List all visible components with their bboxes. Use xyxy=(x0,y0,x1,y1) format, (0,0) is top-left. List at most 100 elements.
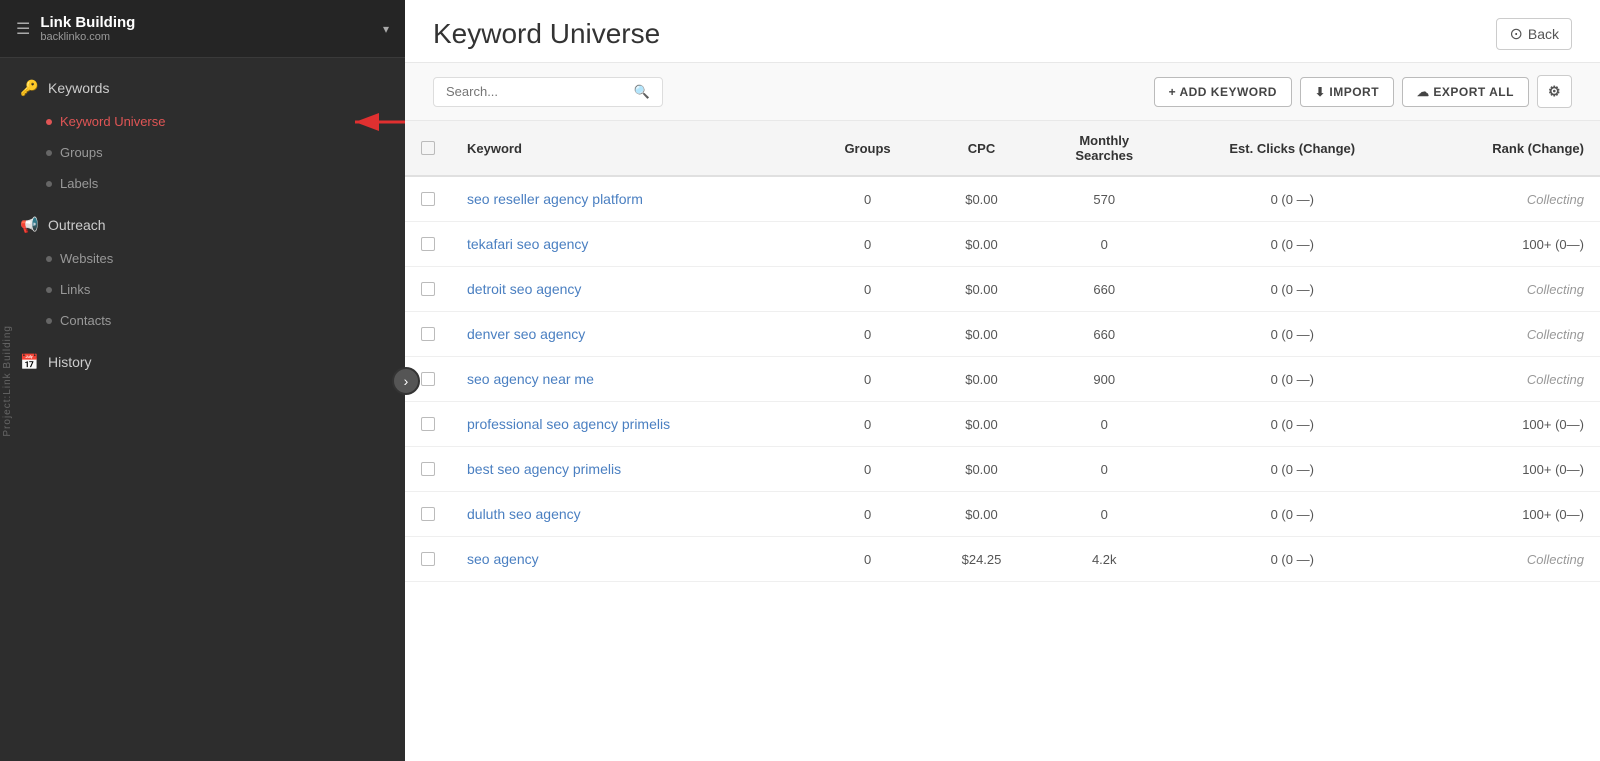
row-est-clicks: 0 (0 —) xyxy=(1172,402,1412,447)
row-cpc: $0.00 xyxy=(927,176,1036,222)
websites-dot xyxy=(46,256,52,262)
row-cpc: $0.00 xyxy=(927,447,1036,492)
import-button[interactable]: ⬇ IMPORT xyxy=(1300,77,1394,107)
search-box[interactable]: 🔍 xyxy=(433,77,663,107)
table-header-row: Keyword Groups CPC MonthlySearches Est. … xyxy=(405,121,1600,176)
sidebar-item-groups[interactable]: Groups xyxy=(0,137,405,168)
row-groups: 0 xyxy=(808,447,927,492)
table-row: seo reseller agency platform 0 $0.00 570… xyxy=(405,176,1600,222)
row-checkbox[interactable] xyxy=(421,192,435,206)
websites-label: Websites xyxy=(60,251,113,266)
row-checkbox-cell xyxy=(405,267,451,312)
row-cpc: $0.00 xyxy=(927,492,1036,537)
hamburger-icon[interactable]: ☰ xyxy=(16,19,30,39)
add-keyword-label: + ADD KEYWORD xyxy=(1169,85,1277,99)
collapse-icon: › xyxy=(404,373,409,389)
table-row: detroit seo agency 0 $0.00 660 0 (0 —) C… xyxy=(405,267,1600,312)
row-checkbox-cell xyxy=(405,537,451,582)
header-checkbox-cell xyxy=(405,121,451,176)
row-checkbox[interactable] xyxy=(421,417,435,431)
arrow-svg xyxy=(345,102,405,142)
sidebar-item-keywords[interactable]: 🔑 Keywords xyxy=(0,70,405,106)
outreach-icon: 📢 xyxy=(20,216,38,234)
table-row: best seo agency primelis 0 $0.00 0 0 (0 … xyxy=(405,447,1600,492)
row-checkbox[interactable] xyxy=(421,237,435,251)
row-checkbox[interactable] xyxy=(421,462,435,476)
sidebar-item-labels[interactable]: Labels xyxy=(0,168,405,199)
history-icon: 📅 xyxy=(20,353,38,371)
row-monthly-searches: 0 xyxy=(1036,222,1172,267)
export-all-label: ☁ EXPORT ALL xyxy=(1417,85,1514,99)
add-keyword-button[interactable]: + ADD KEYWORD xyxy=(1154,77,1292,107)
history-label: History xyxy=(48,354,92,370)
row-keyword[interactable]: seo reseller agency platform xyxy=(451,176,808,222)
row-cpc: $0.00 xyxy=(927,402,1036,447)
row-checkbox[interactable] xyxy=(421,507,435,521)
back-circle-icon: ⊙ xyxy=(1509,24,1522,44)
row-groups: 0 xyxy=(808,267,927,312)
row-groups: 0 xyxy=(808,312,927,357)
search-icon: 🔍 xyxy=(634,84,650,100)
row-est-clicks: 0 (0 —) xyxy=(1172,492,1412,537)
row-est-clicks: 0 (0 —) xyxy=(1172,222,1412,267)
project-info: Link Building backlinko.com xyxy=(40,14,135,43)
contacts-dot xyxy=(46,318,52,324)
keyword-table-container: Keyword Groups CPC MonthlySearches Est. … xyxy=(405,121,1600,761)
labels-label: Labels xyxy=(60,176,98,191)
row-rank: Collecting xyxy=(1412,312,1600,357)
row-groups: 0 xyxy=(808,222,927,267)
import-label: ⬇ IMPORT xyxy=(1315,85,1379,99)
row-keyword[interactable]: seo agency xyxy=(451,537,808,582)
back-button[interactable]: ⊙ Back xyxy=(1496,18,1572,50)
row-keyword[interactable]: duluth seo agency xyxy=(451,492,808,537)
sidebar-item-keyword-universe[interactable]: Keyword Universe xyxy=(0,106,405,137)
row-monthly-searches: 0 xyxy=(1036,402,1172,447)
keyword-universe-label: Keyword Universe xyxy=(60,114,166,129)
export-all-button[interactable]: ☁ EXPORT ALL xyxy=(1402,77,1529,107)
links-dot xyxy=(46,287,52,293)
row-rank: 100+ (0—) xyxy=(1412,447,1600,492)
row-checkbox[interactable] xyxy=(421,282,435,296)
row-groups: 0 xyxy=(808,357,927,402)
row-checkbox[interactable] xyxy=(421,327,435,341)
chevron-down-icon[interactable]: ▾ xyxy=(383,22,389,36)
outreach-section: 📢 Outreach Websites Links Contacts xyxy=(0,207,405,336)
row-keyword[interactable]: detroit seo agency xyxy=(451,267,808,312)
row-keyword[interactable]: denver seo agency xyxy=(451,312,808,357)
row-est-clicks: 0 (0 —) xyxy=(1172,176,1412,222)
sidebar-item-history[interactable]: 📅 History xyxy=(0,344,405,380)
settings-button[interactable]: ⚙ xyxy=(1537,75,1572,108)
row-keyword[interactable]: professional seo agency primelis xyxy=(451,402,808,447)
history-section: 📅 History xyxy=(0,344,405,380)
table-row: seo agency near me 0 $0.00 900 0 (0 —) C… xyxy=(405,357,1600,402)
row-keyword[interactable]: best seo agency primelis xyxy=(451,447,808,492)
row-keyword[interactable]: seo agency near me xyxy=(451,357,808,402)
row-keyword[interactable]: tekafari seo agency xyxy=(451,222,808,267)
search-input[interactable] xyxy=(446,84,626,99)
keywords-icon: 🔑 xyxy=(20,79,38,97)
keywords-label: Keywords xyxy=(48,80,109,96)
row-cpc: $0.00 xyxy=(927,357,1036,402)
sidebar-nav: 🔑 Keywords Keyword Universe xyxy=(0,58,405,761)
row-checkbox[interactable] xyxy=(421,552,435,566)
toolbar-right: + ADD KEYWORD ⬇ IMPORT ☁ EXPORT ALL ⚙ xyxy=(1154,75,1572,108)
row-monthly-searches: 0 xyxy=(1036,492,1172,537)
sidebar-item-links[interactable]: Links xyxy=(0,274,405,305)
header-rank: Rank (Change) xyxy=(1412,121,1600,176)
sidebar-collapse-button[interactable]: › xyxy=(392,367,420,395)
row-checkbox[interactable] xyxy=(421,372,435,386)
sidebar-item-websites[interactable]: Websites xyxy=(0,243,405,274)
sidebar-item-outreach[interactable]: 📢 Outreach xyxy=(0,207,405,243)
table-body: seo reseller agency platform 0 $0.00 570… xyxy=(405,176,1600,582)
row-rank: Collecting xyxy=(1412,537,1600,582)
keywords-section: 🔑 Keywords Keyword Universe xyxy=(0,70,405,199)
outreach-label: Outreach xyxy=(48,217,106,233)
row-monthly-searches: 660 xyxy=(1036,312,1172,357)
row-monthly-searches: 660 xyxy=(1036,267,1172,312)
row-est-clicks: 0 (0 —) xyxy=(1172,357,1412,402)
sidebar: ☰ Link Building backlinko.com ▾ 🔑 Keywor… xyxy=(0,0,405,761)
header-checkbox[interactable] xyxy=(421,141,435,155)
row-est-clicks: 0 (0 —) xyxy=(1172,447,1412,492)
sidebar-item-contacts[interactable]: Contacts xyxy=(0,305,405,336)
row-cpc: $0.00 xyxy=(927,267,1036,312)
